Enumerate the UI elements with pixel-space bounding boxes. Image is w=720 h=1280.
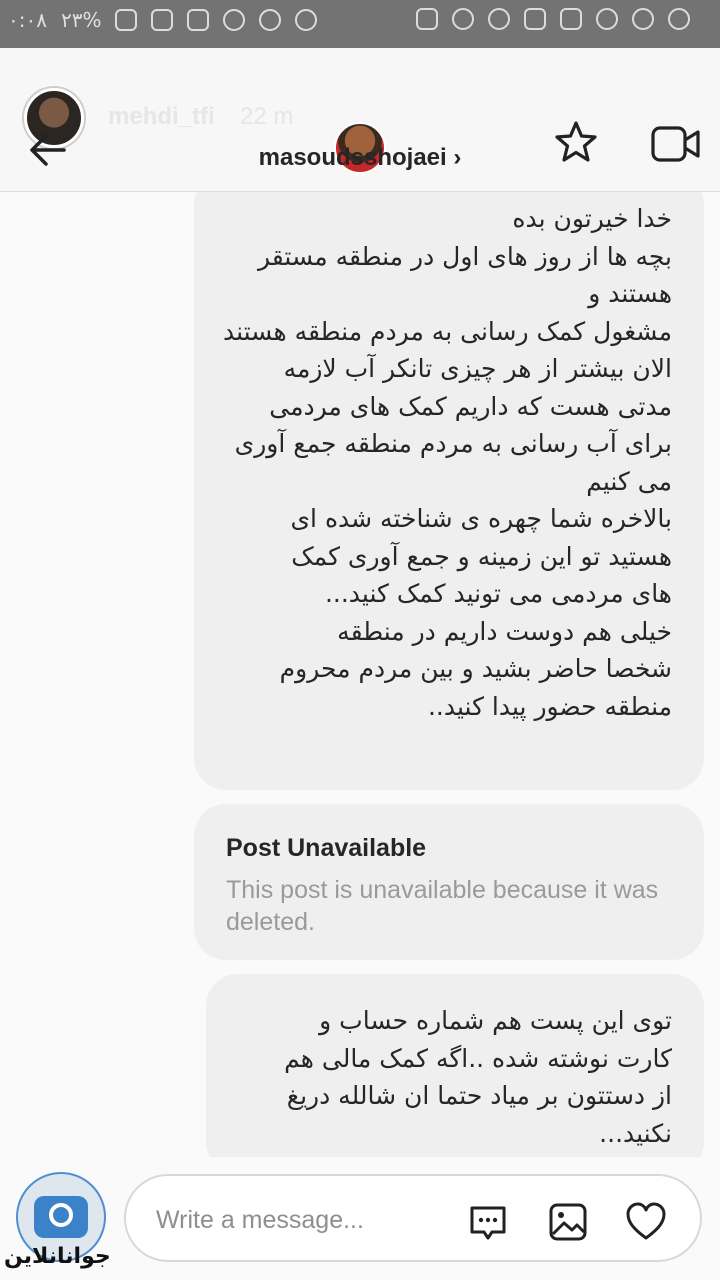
signal-icon — [151, 9, 174, 31]
chat-title[interactable]: masoudsshojaei › — [0, 144, 720, 172]
missed-call-icon — [632, 8, 654, 30]
video-call-button[interactable] — [650, 122, 702, 166]
story-username: mehdi_tfi — [108, 103, 215, 130]
chat-header: mehdi_tfi 22 m masoudsshojaei › — [0, 48, 720, 192]
post-unavailable-description: This post is unavailable because it was … — [226, 876, 659, 936]
image-icon — [115, 9, 138, 31]
vpn-icon — [596, 8, 618, 30]
sim-icon — [187, 9, 210, 31]
telegram-icon — [668, 8, 690, 30]
chat-bubble-icon — [470, 1206, 506, 1240]
chevron-right-icon: › — [453, 144, 462, 171]
story-time: 22 m — [240, 103, 294, 130]
message-text: توی این پست هم شماره حساب و کارت نوشته ش… — [284, 1006, 672, 1148]
message-input-container — [124, 1174, 702, 1262]
message-input[interactable] — [156, 1200, 456, 1240]
chat-username: masoudsshojaei — [258, 144, 447, 171]
message-thread[interactable]: خدا خیرتون بده بچه ها از روز های اول در … — [0, 192, 720, 1157]
status-time: ۰:۰۸ — [8, 8, 47, 32]
heart-icon — [626, 1202, 666, 1240]
message-text: خدا خیرتون بده بچه ها از روز های اول در … — [222, 204, 672, 721]
instagram-icon — [560, 8, 582, 30]
shared-post-bubble[interactable]: Post Unavailable This post is unavailabl… — [194, 804, 704, 960]
sticker-button[interactable] — [466, 1200, 510, 1244]
camera-lens — [49, 1203, 73, 1227]
like-button[interactable] — [624, 1200, 668, 1244]
video-camera-icon — [651, 126, 700, 162]
status-bar: ۰:۰۸ ۲۳% — [0, 0, 720, 48]
image-icon — [549, 1203, 587, 1241]
star-button[interactable] — [552, 118, 600, 166]
watermark: جوانانلاین — [4, 1244, 111, 1269]
battery-percent: ۲۳% — [60, 8, 102, 32]
sync-icon — [295, 9, 318, 31]
star-icon — [555, 121, 597, 162]
instagram-icon — [524, 8, 546, 30]
messenger-icon — [452, 8, 474, 30]
gallery-button[interactable] — [546, 1200, 590, 1244]
soundcloud-icon — [488, 8, 510, 30]
message-bubble[interactable]: خدا خیرتون بده بچه ها از روز های اول در … — [194, 192, 704, 790]
alarm-icon — [259, 9, 282, 31]
wifi-icon — [223, 9, 246, 31]
post-unavailable-title: Post Unavailable — [226, 834, 427, 862]
message-bubble[interactable]: توی این پست هم شماره حساب و کارت نوشته ش… — [206, 974, 704, 1157]
instagram-icon — [416, 8, 438, 30]
